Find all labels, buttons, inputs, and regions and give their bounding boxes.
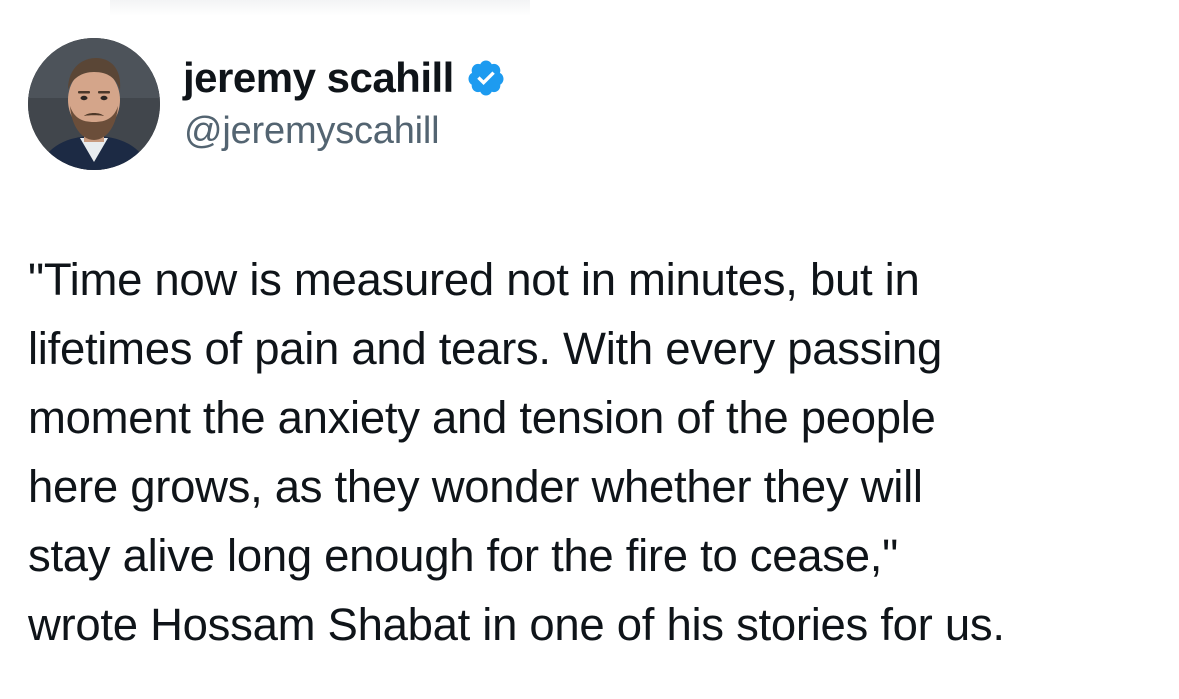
tweet-text-line: stay alive long enough for the fire to c… [28, 530, 898, 581]
tweet-text-line: "Time now is measured not in minutes, bu… [28, 254, 920, 305]
tweet-text: "Time now is measured not in minutes, bu… [28, 245, 1158, 659]
avatar[interactable] [28, 38, 160, 170]
verified-badge-icon[interactable] [466, 58, 506, 98]
profile-photo-icon [28, 38, 160, 170]
tweet-text-line: wrote Hossam Shabat in one of his storie… [28, 599, 1005, 650]
tweet-text-line: lifetimes of pain and tears. With every … [28, 323, 943, 374]
author-name-row[interactable]: jeremy scahill [183, 53, 506, 103]
tweet-text-line: here grows, as they wonder whether they … [28, 461, 923, 512]
author-handle[interactable]: @jeremyscahill [184, 108, 440, 154]
tweet-card[interactable]: jeremy scahill @jeremyscahill "Time now … [0, 0, 1179, 699]
tweet-text-line: moment the anxiety and tension of the pe… [28, 392, 936, 443]
author-display-name[interactable]: jeremy scahill [183, 53, 454, 103]
